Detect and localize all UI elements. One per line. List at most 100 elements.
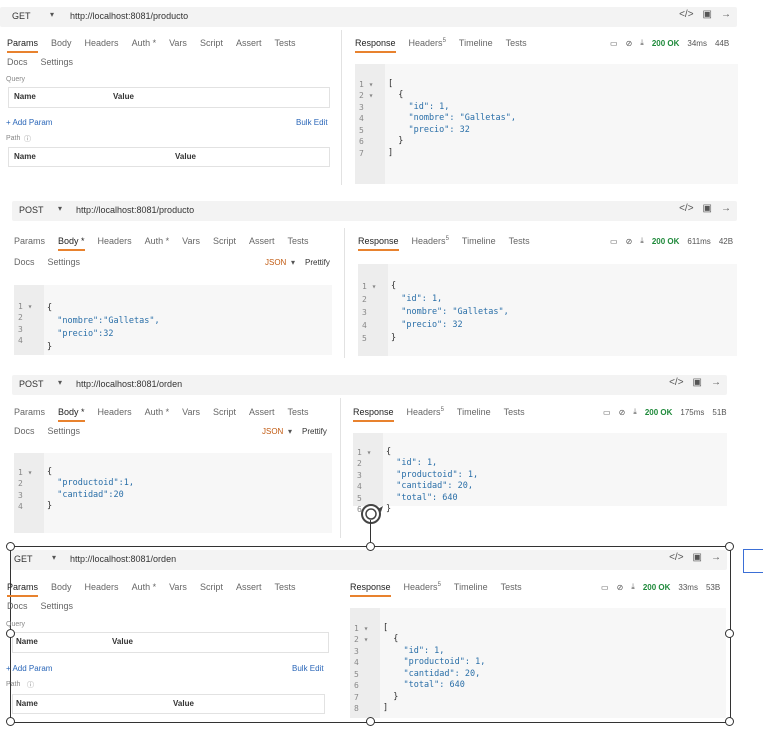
- layout-icon[interactable]: ▭: [610, 39, 618, 48]
- fold-icon[interactable]: ▾: [364, 80, 374, 89]
- side-toolbar-icon[interactable]: [743, 549, 763, 573]
- tab-response[interactable]: Response: [355, 38, 396, 53]
- tab-script[interactable]: Script: [200, 38, 223, 48]
- add-param-button[interactable]: + Add Param: [6, 118, 52, 127]
- clear-icon[interactable]: ⊘: [626, 237, 633, 246]
- save-icon[interactable]: ▣: [693, 377, 702, 388]
- url-input-3[interactable]: http://localhost:8081/orden: [76, 379, 182, 389]
- tab-tests[interactable]: Tests: [287, 236, 308, 246]
- tab-auth[interactable]: Auth *: [145, 236, 170, 246]
- url-input-4[interactable]: http://localhost:8081/orden: [70, 554, 176, 564]
- tab-auth[interactable]: Auth *: [132, 38, 157, 48]
- chevron-down-icon[interactable]: ▾: [291, 258, 295, 267]
- tab-vars[interactable]: Vars: [169, 582, 187, 592]
- url-bar-1[interactable]: GET ▾ http://localhost:8081/producto </>…: [0, 7, 737, 27]
- download-icon[interactable]: ⤓: [633, 407, 637, 417]
- tab-timeline[interactable]: Timeline: [462, 236, 496, 246]
- tab-response-headers[interactable]: Headers5: [409, 38, 446, 48]
- url-bar-3[interactable]: POST ▾ http://localhost:8081/orden </> ▣ →: [12, 375, 727, 395]
- tab-docs[interactable]: Docs: [14, 426, 35, 436]
- save-icon[interactable]: ▣: [693, 552, 702, 563]
- tab-docs[interactable]: Docs: [7, 601, 28, 611]
- tab-vars[interactable]: Vars: [182, 236, 200, 246]
- tab-timeline[interactable]: Timeline: [457, 407, 491, 417]
- tab-timeline[interactable]: Timeline: [459, 38, 493, 48]
- response-body-2[interactable]: 1 ▾ 2 3 4 5 { "id": 1, "nombre": "Gallet…: [358, 264, 737, 356]
- method-select-4[interactable]: GET: [14, 554, 33, 564]
- body-editor-3[interactable]: 1 ▾ 2 3 4 { "productoid":1, "cantidad":2…: [14, 453, 332, 533]
- code-icon[interactable]: </>: [669, 552, 683, 563]
- tab-settings[interactable]: Settings: [48, 426, 81, 436]
- layout-icon[interactable]: ▭: [601, 583, 609, 592]
- fold-icon[interactable]: ▾: [359, 635, 369, 644]
- tab-tests[interactable]: Tests: [274, 582, 295, 592]
- tab-tests[interactable]: Tests: [287, 407, 308, 417]
- fold-icon[interactable]: ▾: [359, 624, 369, 633]
- prettify-button[interactable]: Prettify: [305, 258, 330, 267]
- tab-response-tests[interactable]: Tests: [509, 236, 530, 246]
- tab-tests[interactable]: Tests: [274, 38, 295, 48]
- tab-params[interactable]: Params: [14, 236, 45, 246]
- code-icon[interactable]: </>: [669, 377, 683, 388]
- code-icon[interactable]: </>: [679, 203, 693, 214]
- tab-vars[interactable]: Vars: [169, 38, 187, 48]
- layout-icon[interactable]: ▭: [610, 237, 618, 246]
- tab-response-tests[interactable]: Tests: [504, 407, 525, 417]
- tab-assert[interactable]: Assert: [236, 38, 262, 48]
- response-body-3[interactable]: 1 ▾ 2 3 4 5 6 { "id": 1, "productoid": 1…: [353, 433, 727, 514]
- tab-auth[interactable]: Auth *: [132, 582, 157, 592]
- prettify-button[interactable]: Prettify: [302, 427, 327, 436]
- tab-response-headers[interactable]: Headers5: [404, 582, 441, 592]
- tab-docs[interactable]: Docs: [14, 257, 35, 267]
- layout-icon[interactable]: ▭: [603, 408, 611, 417]
- response-body-4[interactable]: 1 ▾ 2 ▾ 3 4 5 6 7 8 [ { "id": 1, "produc…: [350, 608, 726, 718]
- tab-body[interactable]: Body *: [58, 236, 85, 251]
- method-select-2[interactable]: POST: [19, 205, 44, 215]
- tab-response-tests[interactable]: Tests: [506, 38, 527, 48]
- url-input-2[interactable]: http://localhost:8081/producto: [76, 205, 194, 215]
- response-body-1[interactable]: 1 ▾ 2 ▾ 3 4 5 6 7 [ { "id": 1, "nombre":…: [355, 64, 738, 184]
- save-icon[interactable]: ▣: [703, 203, 712, 214]
- tab-assert[interactable]: Assert: [249, 236, 275, 246]
- bulk-edit-button[interactable]: Bulk Edit: [296, 118, 328, 127]
- body-type-select[interactable]: JSON: [265, 258, 286, 267]
- resize-handle-right[interactable]: [725, 629, 734, 638]
- chevron-down-icon[interactable]: ▾: [288, 427, 292, 436]
- resize-handle-bottom[interactable]: [366, 717, 375, 726]
- fold-icon[interactable]: ▾: [364, 91, 374, 100]
- clear-icon[interactable]: ⊘: [619, 408, 626, 417]
- tab-auth[interactable]: Auth *: [145, 407, 170, 417]
- tab-response-tests[interactable]: Tests: [501, 582, 522, 592]
- tab-response[interactable]: Response: [350, 582, 391, 597]
- url-bar-4[interactable]: GET ▾ http://localhost:8081/orden </> ▣ →: [11, 550, 727, 570]
- tab-headers[interactable]: Headers: [85, 38, 119, 48]
- tab-docs[interactable]: Docs: [7, 57, 28, 67]
- fold-icon[interactable]: ▾: [362, 448, 372, 457]
- tab-settings[interactable]: Settings: [48, 257, 81, 267]
- tab-body[interactable]: Body: [51, 582, 72, 592]
- pane-divider[interactable]: [340, 398, 341, 538]
- chevron-down-icon[interactable]: ▾: [52, 553, 56, 562]
- pane-divider[interactable]: [341, 30, 342, 185]
- chevron-down-icon[interactable]: ▾: [58, 204, 62, 213]
- method-select-3[interactable]: POST: [19, 379, 44, 389]
- tab-assert[interactable]: Assert: [236, 582, 262, 592]
- pane-divider[interactable]: [344, 228, 345, 358]
- resize-handle-top[interactable]: [366, 542, 375, 551]
- send-icon[interactable]: →: [721, 203, 731, 214]
- tab-headers[interactable]: Headers: [85, 582, 119, 592]
- tab-body[interactable]: Body *: [58, 407, 85, 422]
- resize-handle-top-left[interactable]: [6, 542, 15, 551]
- fold-icon[interactable]: ▾: [23, 468, 33, 477]
- resize-handle-left[interactable]: [6, 629, 15, 638]
- tab-response-headers[interactable]: Headers5: [407, 407, 444, 417]
- chevron-down-icon[interactable]: ▾: [58, 378, 62, 387]
- tab-params[interactable]: Params: [7, 38, 39, 53]
- bulk-edit-button[interactable]: Bulk Edit: [292, 664, 324, 673]
- resize-handle-top-right[interactable]: [725, 542, 734, 551]
- download-icon[interactable]: ⤓: [640, 38, 644, 48]
- method-select-1[interactable]: GET: [12, 11, 31, 21]
- tab-script[interactable]: Script: [200, 582, 223, 592]
- fold-icon[interactable]: ▾: [367, 282, 377, 291]
- url-bar-2[interactable]: POST ▾ http://localhost:8081/producto </…: [12, 201, 737, 221]
